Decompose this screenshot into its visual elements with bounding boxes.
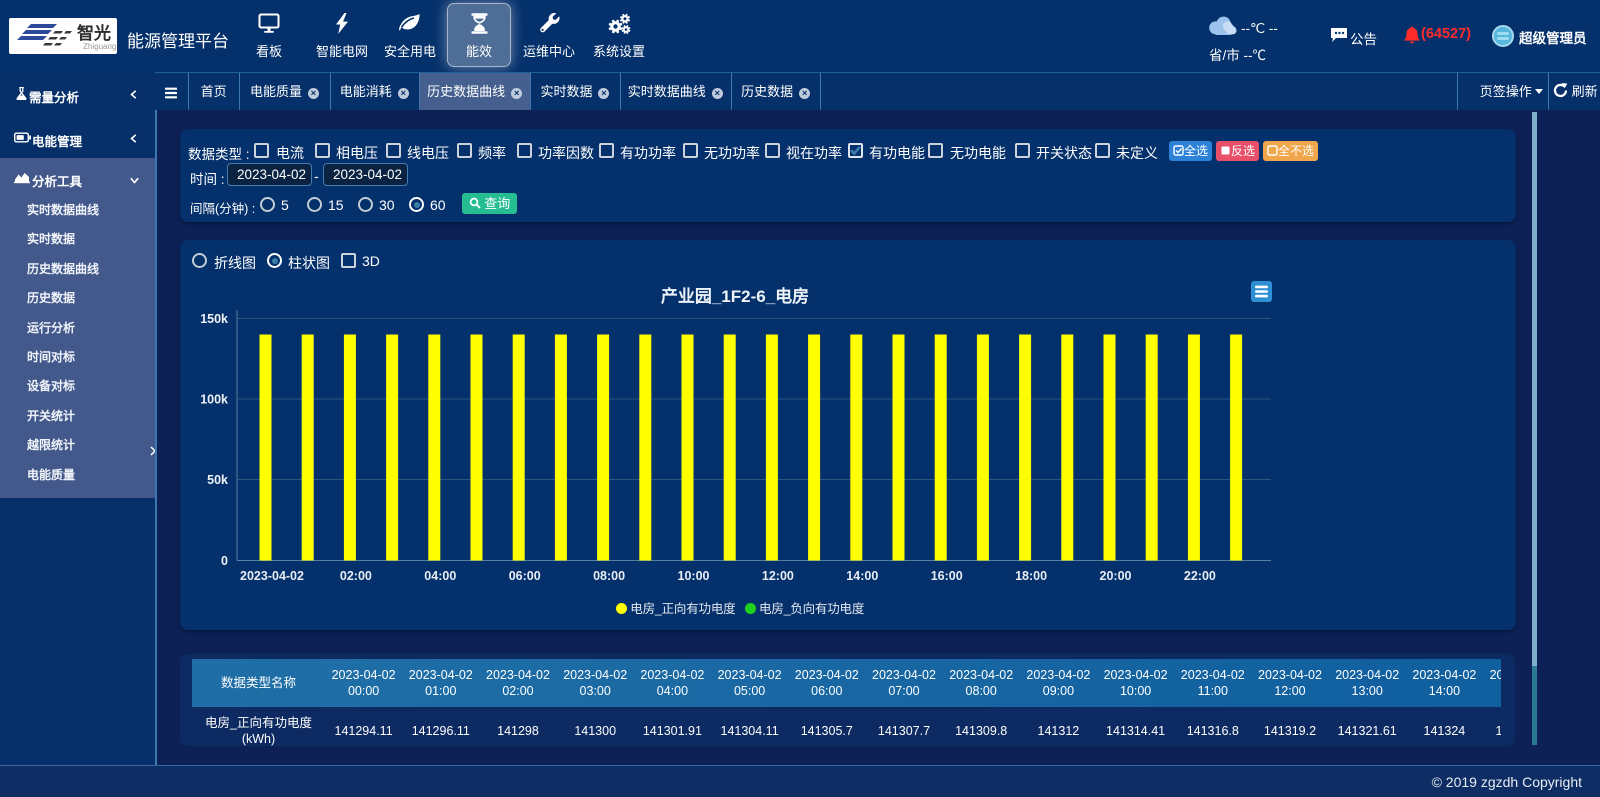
svg-text:14:00: 14:00 <box>846 569 878 583</box>
svg-text:智光: 智光 <box>77 23 111 43</box>
svg-text:10:00: 10:00 <box>678 569 710 583</box>
svg-text:06:00: 06:00 <box>509 569 541 583</box>
svg-text:0: 0 <box>221 554 228 568</box>
svg-text:04:00: 04:00 <box>424 569 456 583</box>
svg-text:02:00: 02:00 <box>340 569 372 583</box>
svg-text:100k: 100k <box>200 393 228 407</box>
svg-text:08:00: 08:00 <box>593 569 625 583</box>
svg-text:22:00: 22:00 <box>1184 569 1216 583</box>
svg-text:Zhiguang: Zhiguang <box>83 42 116 51</box>
svg-text:150k: 150k <box>200 312 228 326</box>
svg-text:20:00: 20:00 <box>1100 569 1132 583</box>
svg-text:18:00: 18:00 <box>1015 569 1047 583</box>
svg-text:2023-04-02: 2023-04-02 <box>240 569 304 583</box>
svg-text:16:00: 16:00 <box>931 569 963 583</box>
svg-text:12:00: 12:00 <box>762 569 794 583</box>
svg-text:50k: 50k <box>207 473 228 487</box>
